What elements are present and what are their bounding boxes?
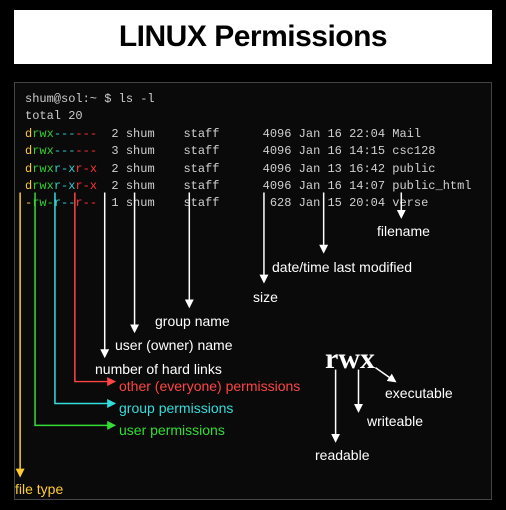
terminal-panel: shum@sol:~ $ ls -l total 20 drwx------ 2… — [14, 82, 492, 500]
table-row: drwxr-xr-x 2 shum staff 4096 Jan 16 14:0… — [25, 178, 481, 195]
label-datetime: date/time last modified — [272, 257, 412, 277]
table-row: -rw-r--r-- 1 shum staff 628 Jan 15 20:04… — [25, 195, 481, 212]
label-filename: filename — [377, 221, 430, 241]
shell-prompt: shum@sol:~ $ ls -l — [25, 91, 481, 108]
label-readable: readable — [315, 445, 370, 465]
label-user-perm: user permissions — [119, 420, 225, 440]
label-executable: executable — [385, 383, 453, 403]
label-rwx: rwx — [325, 337, 375, 381]
label-group-perm: group permissions — [119, 398, 233, 418]
label-other-perm: other (everyone) permissions — [119, 376, 300, 396]
table-row: drwxr-xr-x 2 shum staff 4096 Jan 13 16:4… — [25, 161, 481, 178]
page-title: LINUX Permissions — [14, 10, 492, 64]
label-writeable: writeable — [367, 411, 423, 431]
total-line: total 20 — [25, 108, 481, 125]
label-groupname: group name — [155, 311, 230, 331]
label-hardlinks: number of hard links — [95, 359, 222, 379]
label-filetype: file type — [15, 479, 63, 499]
label-username: user (owner) name — [115, 335, 233, 355]
table-row: drwx------ 3 shum staff 4096 Jan 16 14:1… — [25, 143, 481, 160]
table-row: drwx------ 2 shum staff 4096 Jan 16 22:0… — [25, 126, 481, 143]
ls-output: drwx------ 2 shum staff 4096 Jan 16 22:0… — [25, 126, 481, 213]
label-size: size — [253, 287, 278, 307]
